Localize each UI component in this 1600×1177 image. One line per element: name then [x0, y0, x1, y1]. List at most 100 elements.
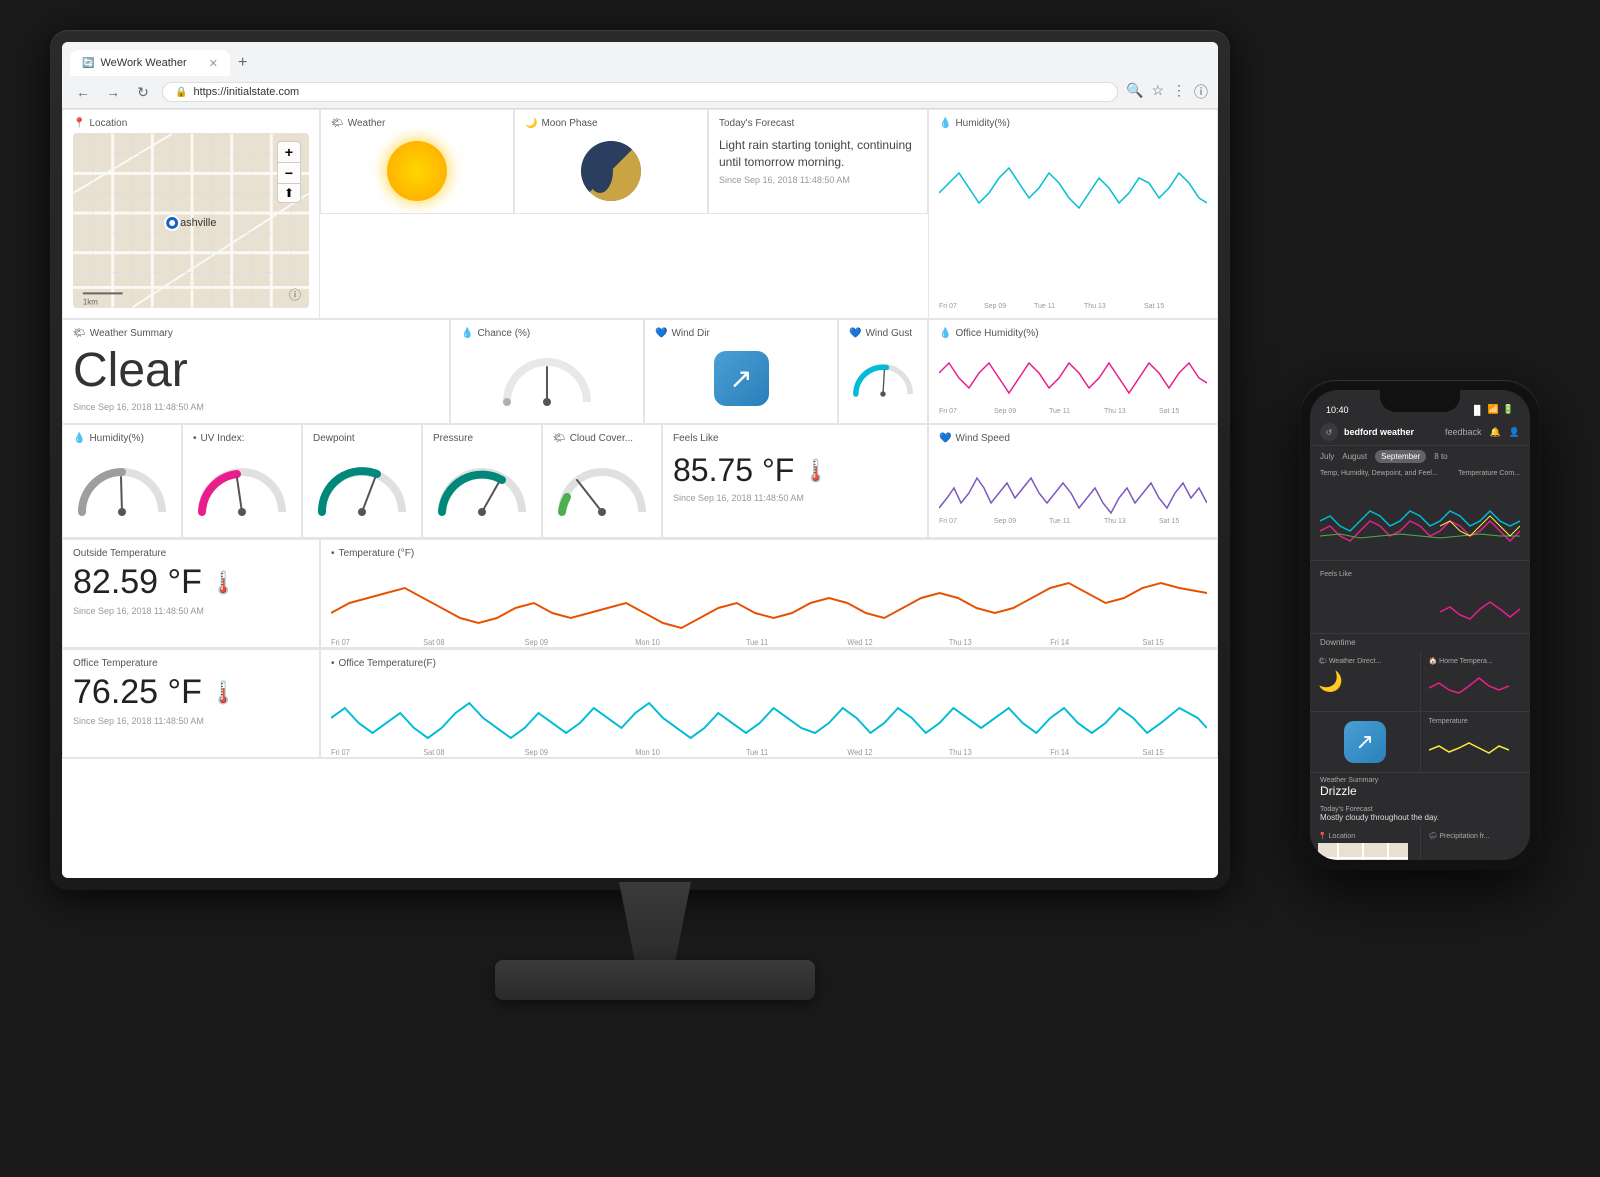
- moon-label: 🌙 Moon Phase: [525, 118, 697, 129]
- zoom-in-button[interactable]: +: [278, 142, 300, 163]
- humidity-chart-icon: 💧: [939, 118, 951, 129]
- location-icon: 📍: [73, 118, 85, 129]
- reload-button[interactable]: ↻: [132, 81, 154, 103]
- outside-temp-display: 82.59 °F 🌡️: [73, 563, 309, 602]
- weather-summary-timestamp: Since Sep 16, 2018 11:48:50 AM: [73, 402, 439, 412]
- info-icon[interactable]: ⓘ: [1194, 82, 1208, 102]
- svg-text:ashville: ashville: [180, 217, 216, 229]
- cloud-gauge-svg: [557, 452, 647, 517]
- svg-text:Fri 14: Fri 14: [1050, 638, 1070, 647]
- browser-toolbar: ← → ↻ 🔒 https://initialstate.com 🔍 ☆ ⋮ ⓘ: [62, 76, 1218, 108]
- phone-status-icons: ▐▌ 📶 🔋: [1471, 404, 1514, 415]
- date-july[interactable]: July: [1320, 452, 1334, 461]
- forward-button[interactable]: →: [102, 81, 124, 103]
- phone-temp-mini-svg: [1429, 728, 1509, 758]
- phone-temp-chart-area: [1310, 480, 1530, 560]
- office-temp-value: 76.25 °F: [73, 673, 202, 712]
- phone-weather-summary-label: Weather Summary: [1320, 777, 1520, 784]
- office-temp-timestamp: Since Sep 16, 2018 11:48:50 AM: [73, 716, 309, 726]
- wind-dir-arrow-container: ↗: [655, 343, 827, 413]
- wind-speed-chart-tile: 💙 Wind Speed Fri 07 Sep 09 Tue 11 Thu 13…: [928, 424, 1218, 538]
- browser-tab-active[interactable]: 🔄 WeWork Weather ✕: [70, 50, 230, 76]
- outside-temp-value: 82.59 °F: [73, 563, 202, 602]
- temp-chart-svg: Fri 07 Sat 08 Sep 09 Mon 10 Tue 11 Wed 1…: [331, 563, 1207, 648]
- moon-icon-label: 🌙: [525, 118, 537, 129]
- address-bar[interactable]: 🔒 https://initialstate.com: [162, 82, 1118, 102]
- date-range: 8 to: [1434, 452, 1447, 461]
- location-label: 📍 Location: [73, 118, 309, 129]
- dashboard: 📍 Location: [62, 109, 1218, 877]
- feedback-button[interactable]: feedback: [1445, 427, 1482, 438]
- wind-dir-arrow: ↗: [714, 351, 769, 406]
- phone-precipitation-label: 🌧 Precipitation fr...: [1429, 832, 1523, 840]
- tab-title: WeWork Weather: [100, 57, 186, 69]
- weather-summary-value: Clear: [73, 343, 439, 398]
- svg-text:Sep 09: Sep 09: [984, 303, 1006, 310]
- cloud-cover-label: 🌤 Cloud Cover...: [553, 433, 651, 444]
- office-humidity-icon: 💧: [939, 328, 951, 339]
- svg-text:Sep 09: Sep 09: [994, 518, 1016, 525]
- office-temp-chart-label: • Office Temperature(F): [331, 658, 1207, 669]
- phone-feels-label: Feels Like: [1310, 560, 1530, 583]
- wind-dir-label: 💙 Wind Dir: [655, 328, 827, 339]
- dewpoint-label: Dewpoint: [313, 433, 411, 444]
- moon-icon-container: [525, 133, 697, 208]
- wifi-icon: 📶: [1488, 404, 1499, 415]
- search-icon[interactable]: 🔍: [1126, 82, 1143, 102]
- phone-home-temp-label: 🏠 Home Tempera...: [1429, 657, 1523, 665]
- thermometer-icon: 🌡️: [802, 458, 829, 484]
- cloud-cover-gauge: [553, 448, 651, 521]
- outside-temp-timestamp: Since Sep 16, 2018 11:48:50 AM: [73, 606, 309, 616]
- feels-like-tile: Feels Like 85.75 °F 🌡️ Since Sep 16, 201…: [662, 424, 928, 538]
- phone-location-tile: 📍 Location: [1310, 826, 1420, 860]
- wind-speed-line: [939, 478, 1207, 513]
- monitor-stand-neck: [595, 882, 715, 972]
- wind-speed-label: 💙 Wind Speed: [939, 433, 1207, 444]
- humidity-chart-svg: Fri 07 Sep 09 Tue 11 Thu 13 Sat 15: [939, 133, 1207, 313]
- bookmark-icon[interactable]: ☆: [1151, 82, 1164, 102]
- svg-text:Thu 13: Thu 13: [949, 748, 972, 757]
- svg-text:Thu 13: Thu 13: [1084, 303, 1106, 310]
- svg-text:Sat 15: Sat 15: [1159, 518, 1179, 525]
- phone-precip-svg: [1429, 843, 1519, 860]
- new-tab-button[interactable]: +: [230, 50, 255, 76]
- wind-gust-tile: 💙 Wind Gust: [838, 319, 928, 424]
- temp-chart-icon: •: [331, 548, 335, 559]
- svg-text:Tue 11: Tue 11: [1034, 303, 1055, 310]
- phone-nav-actions[interactable]: feedback 🔔 👤: [1445, 427, 1520, 438]
- compass-button[interactable]: ⬆: [278, 184, 300, 202]
- wind-gust-gauge: [849, 343, 917, 411]
- tab-close-button[interactable]: ✕: [209, 57, 218, 70]
- zoom-out-button[interactable]: −: [278, 163, 300, 184]
- office-temp-chart-icon: •: [331, 658, 335, 669]
- date-august[interactable]: August: [1342, 452, 1367, 461]
- humidity-chart-tile: 💧 Humidity(%) Fri 07 Sep 09 Tue 11 Thu: [928, 109, 1218, 319]
- temp-chart-label: • Temperature (°F): [331, 548, 1207, 559]
- map-info-icon[interactable]: ⓘ: [289, 286, 301, 303]
- wind-dir-icon: 💙: [655, 328, 667, 339]
- phone-tiles-grid: 🌤 Weather Direct... 🌙 🏠 Home Tempera... …: [1310, 651, 1530, 772]
- svg-text:Wed 12: Wed 12: [847, 638, 872, 647]
- outside-temp-label: Outside Temperature: [73, 548, 309, 559]
- office-temp-display: 76.25 °F 🌡️: [73, 673, 309, 712]
- cloud-cover-tile: 🌤 Cloud Cover...: [542, 424, 662, 538]
- profile-icon[interactable]: 👤: [1509, 427, 1520, 438]
- phone-forecast-section: Today's Forecast Mostly cloudy throughou…: [1310, 802, 1530, 826]
- svg-text:Tue 11: Tue 11: [1049, 518, 1070, 525]
- pressure-tile: Pressure: [422, 424, 542, 538]
- weather-summary-label: 🌤 Weather Summary: [73, 328, 439, 339]
- back-button[interactable]: ←: [72, 81, 94, 103]
- phone-wind-dir-tile: ↗: [1310, 712, 1420, 772]
- monitor: 🔄 WeWork Weather ✕ + ← → ↻ 🔒 https://ini…: [50, 30, 1260, 1080]
- date-september[interactable]: September: [1375, 450, 1426, 463]
- phone-weather-summary-value: Drizzle: [1320, 784, 1520, 798]
- phone-section-header: Temp, Humidity, Dewpoint, and Feel... Te…: [1310, 467, 1530, 480]
- wind-gust-gauge-svg: [849, 347, 917, 407]
- phone-yellow-line: [1440, 516, 1520, 536]
- outside-temp-tile: Outside Temperature 82.59 °F 🌡️ Since Se…: [62, 539, 320, 648]
- menu-icon[interactable]: ⋮: [1172, 82, 1186, 102]
- notification-icon[interactable]: 🔔: [1490, 427, 1501, 438]
- office-humidity-line: [939, 363, 1207, 393]
- svg-text:Sat 15: Sat 15: [1144, 303, 1164, 310]
- dashboard-row4: Outside Temperature 82.59 °F 🌡️ Since Se…: [62, 539, 1218, 649]
